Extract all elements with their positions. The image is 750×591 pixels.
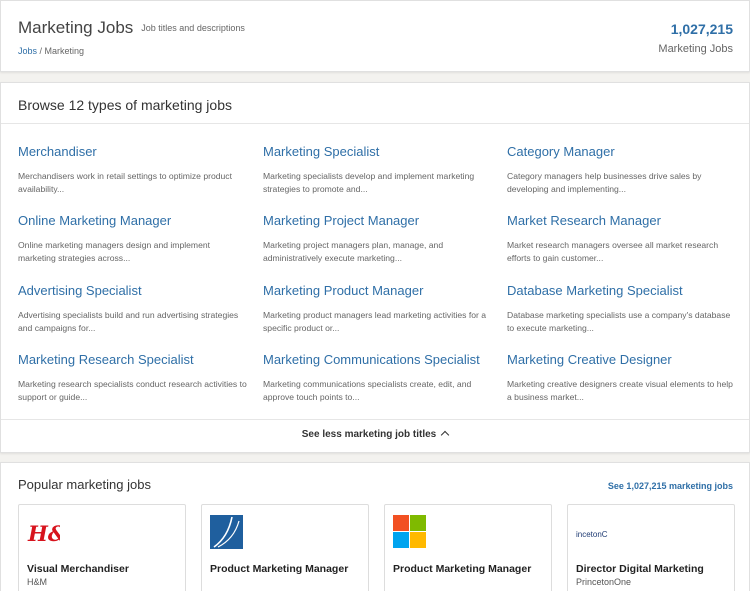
svg-text:H&M: H&M (27, 521, 60, 546)
job-type-link[interactable]: Online Marketing Manager (18, 213, 248, 229)
hm-logo: H&M (27, 521, 60, 546)
job-type-description: Marketing project managers plan, manage,… (263, 240, 444, 263)
job-type-link[interactable]: Market Research Manager (507, 213, 737, 229)
job-type-link[interactable]: Marketing Creative Designer (507, 352, 737, 368)
job-type-link[interactable]: Marketing Communications Specialist (263, 352, 493, 368)
job-type-description: Marketing communications specialists cre… (263, 379, 472, 402)
job-card-company: PrincetonOne (576, 577, 632, 587)
job-type-link[interactable]: Advertising Specialist (18, 283, 248, 299)
blue-square-logo (210, 515, 243, 549)
title-row: Marketing Jobs Job titles and descriptio… (18, 18, 245, 38)
job-type-description: Online marketing managers design and imp… (18, 240, 211, 263)
see-less-button[interactable]: See less marketing job titles (1, 429, 749, 440)
job-card-title: Product Marketing Manager (210, 563, 349, 575)
svg-text:incetonC: incetonC (576, 530, 608, 539)
job-type-description: Marketing research specialists conduct r… (18, 379, 247, 402)
breadcrumb-separator: / (37, 46, 45, 56)
job-type-description: Advertising specialists build and run ad… (18, 310, 239, 333)
job-card[interactable]: H&M Visual Merchandiser H&M (18, 504, 186, 591)
job-card-title: Director Digital Marketing (576, 563, 704, 575)
browse-card: Browse 12 types of marketing jobs Mercha… (0, 82, 750, 453)
breadcrumb-jobs-link[interactable]: Jobs (18, 46, 37, 56)
job-type-link[interactable]: Marketing Specialist (263, 144, 493, 160)
job-type-description: Merchandisers work in retail settings to… (18, 171, 232, 194)
see-less-label: See less marketing job titles (301, 429, 437, 440)
divider (1, 419, 749, 420)
microsoft-logo (393, 515, 426, 548)
job-type-link[interactable]: Marketing Research Specialist (18, 352, 248, 368)
jobs-count[interactable]: 1,027,215 (671, 21, 733, 37)
princetonone-logo: incetonC (576, 530, 608, 539)
job-type-item: Marketing Product Manager Marketing prod… (263, 283, 493, 335)
job-card[interactable]: Product Marketing Manager (384, 504, 552, 591)
job-type-item: Marketing Specialist Marketing specialis… (263, 144, 493, 196)
page-subtitle: Job titles and descriptions (141, 23, 245, 33)
job-type-description: Marketing product managers lead marketin… (263, 310, 487, 333)
browse-title: Browse 12 types of marketing jobs (18, 97, 232, 113)
job-type-item: Market Research Manager Market research … (507, 213, 737, 265)
see-all-jobs-link[interactable]: See 1,027,215 marketing jobs (608, 481, 733, 491)
job-card[interactable]: incetonC Director Digital Marketing Prin… (567, 504, 735, 591)
job-card-title: Visual Merchandiser (27, 563, 129, 575)
job-type-item: Merchandiser Merchandisers work in retai… (18, 144, 248, 196)
job-type-item: Advertising Specialist Advertising speci… (18, 283, 248, 335)
job-type-item: Database Marketing Specialist Database m… (507, 283, 737, 335)
job-type-item: Marketing Research Specialist Marketing … (18, 352, 248, 404)
chevron-up-icon (441, 430, 450, 440)
breadcrumb: Jobs / Marketing (18, 46, 84, 56)
job-type-item: Marketing Project Manager Marketing proj… (263, 213, 493, 265)
job-type-item: Marketing Creative Designer Marketing cr… (507, 352, 737, 404)
job-type-description: Marketing creative designers create visu… (507, 379, 733, 402)
job-type-item: Category Manager Category managers help … (507, 144, 737, 196)
job-card-title: Product Marketing Manager (393, 563, 532, 575)
job-type-item: Online Marketing Manager Online marketin… (18, 213, 248, 265)
job-type-link[interactable]: Database Marketing Specialist (507, 283, 737, 299)
job-type-description: Market research managers oversee all mar… (507, 240, 719, 263)
job-type-link[interactable]: Merchandiser (18, 144, 248, 160)
job-type-link[interactable]: Marketing Project Manager (263, 213, 493, 229)
job-type-link[interactable]: Marketing Product Manager (263, 283, 493, 299)
job-card[interactable]: Product Marketing Manager (201, 504, 369, 591)
popular-card: Popular marketing jobs See 1,027,215 mar… (0, 462, 750, 591)
popular-title: Popular marketing jobs (18, 477, 151, 492)
page-title: Marketing Jobs (18, 18, 134, 37)
job-type-description: Category managers help businesses drive … (507, 171, 702, 194)
job-type-item: Marketing Communications Specialist Mark… (263, 352, 493, 404)
breadcrumb-current: Marketing (44, 46, 85, 56)
header-card: Marketing Jobs Job titles and descriptio… (0, 0, 750, 72)
job-type-description: Database marketing specialists use a com… (507, 310, 731, 333)
divider (1, 123, 749, 124)
job-type-link[interactable]: Category Manager (507, 144, 737, 160)
job-card-company: H&M (27, 577, 47, 587)
job-type-description: Marketing specialists develop and implem… (263, 171, 475, 194)
jobs-count-label: Marketing Jobs (658, 43, 733, 55)
